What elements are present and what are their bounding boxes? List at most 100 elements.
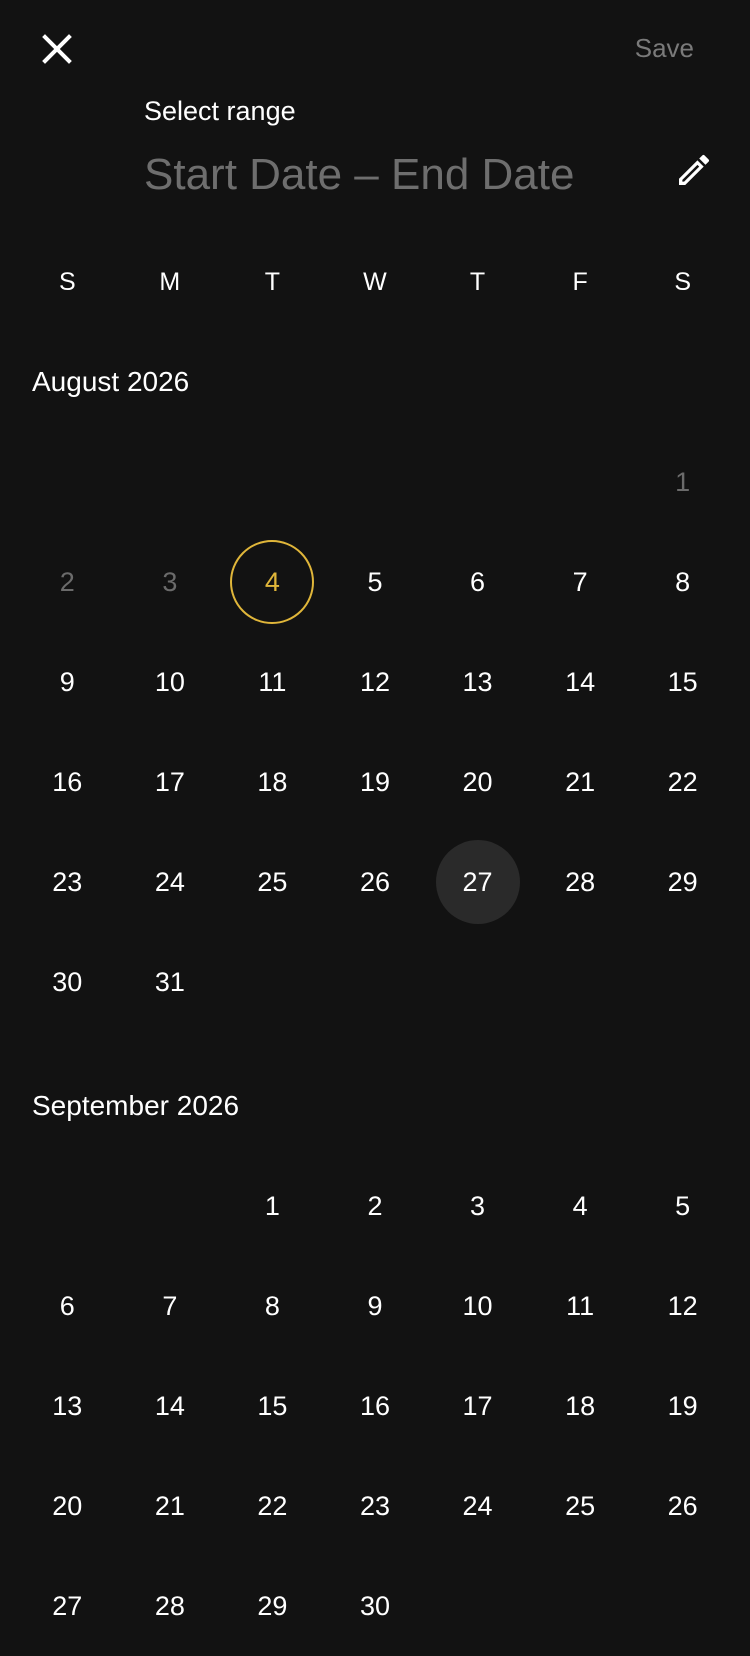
- day-cell[interactable]: 23: [16, 832, 119, 932]
- day-cell[interactable]: 19: [631, 1356, 734, 1456]
- empty-cell: [529, 432, 632, 532]
- day-cell[interactable]: 6: [16, 1256, 119, 1356]
- month-title: September 2026: [32, 1090, 240, 1121]
- day-cell[interactable]: 3: [426, 1156, 529, 1256]
- day-cell[interactable]: 8: [631, 532, 734, 632]
- day-cell[interactable]: 12: [631, 1256, 734, 1356]
- day-cell[interactable]: 27: [426, 832, 529, 932]
- weekday-label: T: [264, 268, 281, 296]
- day-number: 26: [359, 866, 390, 897]
- day-number: 2: [59, 566, 75, 597]
- day-cell[interactable]: 14: [119, 1356, 222, 1456]
- day-cell[interactable]: 28: [529, 832, 632, 932]
- day-cell[interactable]: 8: [221, 1256, 324, 1356]
- day-cell[interactable]: 10: [426, 1256, 529, 1356]
- day-number: 13: [462, 666, 493, 697]
- day-number: 29: [257, 1590, 288, 1621]
- day-cell[interactable]: 29: [631, 832, 734, 932]
- day-number: 22: [667, 766, 698, 797]
- day-cell[interactable]: 21: [119, 1456, 222, 1556]
- day-number: 8: [264, 1290, 280, 1321]
- day-cell[interactable]: 24: [119, 832, 222, 932]
- day-cell[interactable]: 16: [324, 1356, 427, 1456]
- day-cell[interactable]: 23: [324, 1456, 427, 1556]
- day-cell[interactable]: 31: [119, 932, 222, 1032]
- edit-range-button[interactable]: [668, 144, 720, 196]
- day-cell[interactable]: 2: [324, 1156, 427, 1256]
- day-number: 10: [462, 1290, 493, 1321]
- day-number: 4: [230, 540, 315, 624]
- day-number: 29: [667, 866, 698, 897]
- day-number: 9: [59, 666, 75, 697]
- day-cell[interactable]: 19: [324, 732, 427, 832]
- day-cell[interactable]: 5: [324, 532, 427, 632]
- day-cell[interactable]: 30: [324, 1556, 427, 1656]
- day-cell[interactable]: 16: [16, 732, 119, 832]
- day-number: 3: [470, 1190, 486, 1221]
- day-cell[interactable]: 4: [529, 1156, 632, 1256]
- empty-cell: [119, 432, 222, 532]
- day-cell[interactable]: 5: [631, 1156, 734, 1256]
- day-cell[interactable]: 17: [119, 732, 222, 832]
- day-number: 31: [154, 966, 185, 997]
- day-cell[interactable]: 11: [221, 632, 324, 732]
- day-cell[interactable]: 22: [221, 1456, 324, 1556]
- day-cell[interactable]: 28: [119, 1556, 222, 1656]
- day-cell[interactable]: 1: [221, 1156, 324, 1256]
- day-cell[interactable]: 11: [529, 1256, 632, 1356]
- day-number: 25: [565, 1490, 596, 1521]
- day-cell[interactable]: 21: [529, 732, 632, 832]
- day-cell: 2: [16, 532, 119, 632]
- day-number: 7: [162, 1290, 178, 1321]
- day-cell[interactable]: 25: [221, 832, 324, 932]
- day-cell[interactable]: 20: [16, 1456, 119, 1556]
- day-number: 13: [52, 1390, 83, 1421]
- day-number: 22: [257, 1490, 288, 1521]
- day-number: 9: [367, 1290, 383, 1321]
- date-range-display: Start Date – End Date: [144, 150, 575, 199]
- empty-cell: [426, 432, 529, 532]
- empty-cell: [221, 432, 324, 532]
- day-cell[interactable]: 26: [631, 1456, 734, 1556]
- day-number: 5: [675, 1190, 691, 1221]
- day-cell[interactable]: 15: [631, 632, 734, 732]
- day-cell-today[interactable]: 4: [221, 532, 324, 632]
- day-cell[interactable]: 27: [16, 1556, 119, 1656]
- day-cell[interactable]: 22: [631, 732, 734, 832]
- day-cell[interactable]: 25: [529, 1456, 632, 1556]
- day-cell[interactable]: 7: [529, 532, 632, 632]
- day-cell[interactable]: 18: [221, 732, 324, 832]
- day-cell[interactable]: 18: [529, 1356, 632, 1456]
- pencil-icon: [679, 154, 710, 185]
- day-cell[interactable]: 6: [426, 532, 529, 632]
- weekday-label: F: [572, 268, 588, 296]
- day-cell[interactable]: 12: [324, 632, 427, 732]
- day-number: 16: [52, 766, 83, 797]
- day-cell[interactable]: 9: [16, 632, 119, 732]
- day-cell[interactable]: 17: [426, 1356, 529, 1456]
- day-cell[interactable]: 13: [16, 1356, 119, 1456]
- day-cell[interactable]: 14: [529, 632, 632, 732]
- empty-cell: [16, 1156, 119, 1256]
- day-number: 6: [59, 1290, 75, 1321]
- day-cell[interactable]: 24: [426, 1456, 529, 1556]
- day-number: 24: [462, 1490, 493, 1521]
- day-cell[interactable]: 13: [426, 632, 529, 732]
- day-cell[interactable]: 7: [119, 1256, 222, 1356]
- day-number: 17: [462, 1390, 493, 1421]
- day-number: 1: [675, 466, 691, 497]
- day-cell[interactable]: 30: [16, 932, 119, 1032]
- day-cell[interactable]: 29: [221, 1556, 324, 1656]
- day-cell[interactable]: 9: [324, 1256, 427, 1356]
- close-button[interactable]: [31, 23, 83, 75]
- day-cell[interactable]: 26: [324, 832, 427, 932]
- day-number: 27: [52, 1590, 83, 1621]
- empty-cell: [119, 1156, 222, 1256]
- day-number: 14: [565, 666, 596, 697]
- day-cell[interactable]: 10: [119, 632, 222, 732]
- month-grid: 1 2 3 4 5 6 7 8 9 10 11 12 13 14 15 16 17 18 19 20 21 22 23 24 2…: [16, 432, 734, 1032]
- day-cell[interactable]: 15: [221, 1356, 324, 1456]
- weekday-label: W: [363, 268, 387, 296]
- save-button[interactable]: Save: [635, 30, 694, 66]
- day-cell[interactable]: 20: [426, 732, 529, 832]
